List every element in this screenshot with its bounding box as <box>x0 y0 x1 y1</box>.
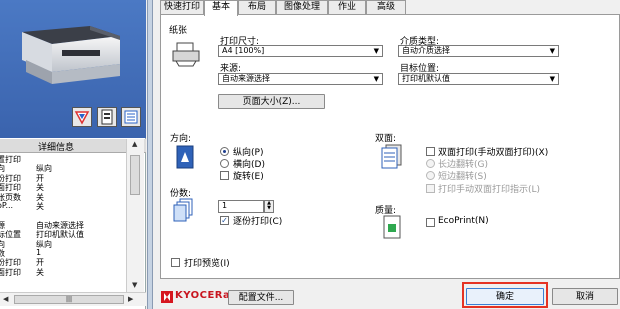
paper-printer-icon <box>172 42 200 67</box>
copies-stack-icon <box>173 198 193 222</box>
copies-value: 1 <box>222 201 228 210</box>
ecoprint-label[interactable]: EcoPrint(N) <box>438 216 489 226</box>
details-row: 标位置 打印机默认值 <box>0 229 126 239</box>
source-select[interactable]: 自动来源选择 ▼ <box>218 73 383 85</box>
details-horizontal-scrollbar[interactable]: ◀ ||| ▶ <box>0 292 146 306</box>
details-header-label: 详细信息 <box>38 143 75 153</box>
details-header: 详细信息 <box>0 139 146 153</box>
kyocera-brand: KYOCERa <box>175 290 231 301</box>
printer-preview <box>0 0 146 138</box>
source-value: 自动来源选择 <box>222 74 270 83</box>
print-size-value: A4 [100%] <box>222 46 265 55</box>
print-size-select[interactable]: A4 [100%] ▼ <box>218 45 383 57</box>
ecoprint-checkbox[interactable] <box>426 218 435 227</box>
details-row <box>0 210 126 219</box>
tab-layout[interactable]: 布局 <box>238 0 276 14</box>
scroll-right-icon[interactable]: ▶ <box>128 295 133 303</box>
details-row: 张页数关 <box>0 192 126 202</box>
chevron-down-icon: ▼ <box>549 47 555 55</box>
hscroll-thumb[interactable]: ||| <box>14 295 124 304</box>
scroll-down-icon[interactable]: ▼ <box>132 281 137 289</box>
duplex-page-icon <box>381 144 402 169</box>
collate-checkbox[interactable]: ✓ <box>220 216 229 225</box>
watermark-icon[interactable] <box>72 107 92 127</box>
details-row: 置打印 <box>0 154 126 164</box>
tab-quick-print[interactable]: 快速打印 <box>160 0 204 14</box>
ok-button-highlight <box>462 282 548 308</box>
print-preview-label[interactable]: 打印预览(I) <box>184 256 230 269</box>
media-type-value: 自动介质选择 <box>402 46 450 55</box>
profile-button[interactable]: 配置文件... <box>228 290 294 305</box>
details-row-key: 面打印 <box>0 267 21 277</box>
rotate-label[interactable]: 旋转(E) <box>233 169 264 182</box>
kyocera-logo-icon <box>161 291 173 303</box>
printer-image-icon <box>22 26 120 84</box>
rotate-checkbox[interactable] <box>220 171 229 180</box>
destination-select[interactable]: 打印机默认值 ▼ <box>398 73 559 85</box>
manual-hint-label: 打印手动双面打印指示(L) <box>438 185 541 195</box>
print-preview-checkbox[interactable] <box>171 258 180 267</box>
chevron-down-icon: ▼ <box>549 75 555 83</box>
details-row-value: 1 <box>36 247 42 257</box>
landscape-radio[interactable] <box>220 159 229 168</box>
page-size-button[interactable]: 页面大小(Z)... <box>218 94 325 109</box>
details-row: 向纵向 <box>0 163 126 173</box>
portrait-radio[interactable] <box>220 147 229 156</box>
tab-image-processing[interactable]: 图像处理 <box>276 0 328 14</box>
stepper-down-icon[interactable]: ▼ <box>265 206 273 211</box>
copies-stepper[interactable]: ▲ ▼ <box>264 200 274 213</box>
manual-hint-checkbox[interactable] <box>426 184 435 193</box>
manual-duplex-checkbox[interactable] <box>426 147 435 156</box>
destination-value: 打印机默认值 <box>402 74 450 83</box>
details-row: 数1 <box>0 247 126 258</box>
details-row: oP...关 <box>0 200 126 211</box>
details-row: 份打印开 <box>0 257 126 267</box>
details-row: 面打印关 <box>0 182 126 192</box>
details-row-value: 关 <box>36 267 44 277</box>
hscroll-thumb-grip: ||| <box>65 296 73 303</box>
paper-group-label: 纸张 <box>169 26 188 36</box>
orientation-label: 方向: <box>170 134 192 144</box>
scroll-up-icon[interactable]: ▲ <box>132 140 137 148</box>
document-list-icon[interactable] <box>121 107 141 127</box>
tab-job[interactable]: 作业 <box>328 0 366 14</box>
details-list: 置打印向纵向份打印开面打印关张页数关oP...关源自动来源选择标位置打印机默认值… <box>0 154 126 294</box>
details-row: 向纵向 <box>0 239 126 249</box>
preview-panel: 详细信息 置打印向纵向份打印开面打印关张页数关oP...关源自动来源选择标位置打… <box>0 0 146 309</box>
collate-label[interactable]: 逐份打印(C) <box>233 214 282 227</box>
printer-settings-icon[interactable] <box>97 107 117 127</box>
tab-advanced[interactable]: 高级 <box>366 0 406 14</box>
details-row: 面打印 关 <box>0 267 126 277</box>
cancel-button[interactable]: 取消 <box>552 288 618 305</box>
details-vertical-scrollbar[interactable]: ▲ ▼ <box>126 139 144 294</box>
scroll-left-icon[interactable]: ◀ <box>3 295 8 303</box>
short-edge-radio[interactable] <box>426 171 435 180</box>
tab-basic[interactable]: 基本 <box>204 0 238 16</box>
short-edge-label: 短边翻转(S) <box>438 172 487 182</box>
quality-page-icon <box>383 215 401 239</box>
details-row: 份打印开 <box>0 173 126 183</box>
long-edge-radio[interactable] <box>426 159 435 168</box>
details-row: 源自动来源选择 <box>0 220 126 230</box>
details-row-key: oP... <box>0 200 14 210</box>
panel-divider[interactable] <box>147 0 153 309</box>
scroll-thumb[interactable] <box>130 155 140 195</box>
copies-input[interactable]: 1 <box>218 200 264 213</box>
media-type-select[interactable]: 自动介质选择 ▼ <box>398 45 559 57</box>
duplex-label: 双面: <box>375 134 397 144</box>
portrait-page-icon <box>176 145 194 169</box>
chevron-down-icon: ▼ <box>373 75 379 83</box>
chevron-down-icon: ▼ <box>373 47 379 55</box>
